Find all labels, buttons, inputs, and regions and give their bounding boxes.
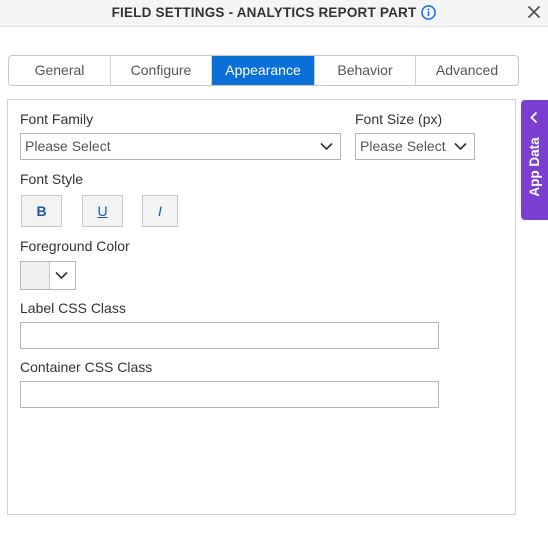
tab-configure[interactable]: Configure <box>111 56 212 85</box>
tab-advanced[interactable]: Advanced <box>416 56 518 85</box>
info-icon[interactable] <box>421 5 437 20</box>
close-icon[interactable] <box>527 5 541 19</box>
chevron-down-icon <box>320 142 333 151</box>
dialog-header: FIELD SETTINGS - ANALYTICS REPORT PART <box>0 0 548 27</box>
bold-button[interactable]: B <box>21 195 62 227</box>
font-style-label: Font Style <box>20 171 84 187</box>
tab-behavior[interactable]: Behavior <box>315 56 416 85</box>
chevron-down-icon <box>55 271 68 280</box>
container-css-class-input[interactable] <box>20 381 439 408</box>
italic-button[interactable]: I <box>142 195 178 227</box>
font-size-value: Please Select <box>360 138 446 154</box>
tab-general[interactable]: General <box>9 56 111 85</box>
color-swatch <box>21 262 50 289</box>
font-size-select[interactable]: Please Select <box>355 133 475 160</box>
app-data-panel-toggle[interactable]: App Data <box>521 100 548 220</box>
label-css-class-label: Label CSS Class <box>20 300 126 316</box>
font-family-value: Please Select <box>25 138 111 154</box>
foreground-color-label: Foreground Color <box>20 238 130 254</box>
font-family-select[interactable]: Please Select <box>20 133 341 160</box>
underline-button[interactable]: U <box>82 195 123 227</box>
dialog-title-wrap: FIELD SETTINGS - ANALYTICS REPORT PART <box>0 5 548 20</box>
appearance-panel: Font Family Please Select Font Size (px)… <box>7 99 516 515</box>
font-family-label: Font Family <box>20 111 94 127</box>
font-size-label: Font Size (px) <box>355 111 443 127</box>
tab-appearance[interactable]: Appearance <box>212 56 315 85</box>
label-css-class-input[interactable] <box>20 322 439 349</box>
container-css-class-label: Container CSS Class <box>20 359 153 375</box>
dialog-title: FIELD SETTINGS - ANALYTICS REPORT PART <box>111 5 417 20</box>
foreground-color-picker[interactable] <box>20 261 76 290</box>
chevron-down-icon <box>454 142 467 151</box>
app-data-label: App Data <box>527 137 542 197</box>
settings-tabs: General Configure Appearance Behavior Ad… <box>8 55 519 86</box>
